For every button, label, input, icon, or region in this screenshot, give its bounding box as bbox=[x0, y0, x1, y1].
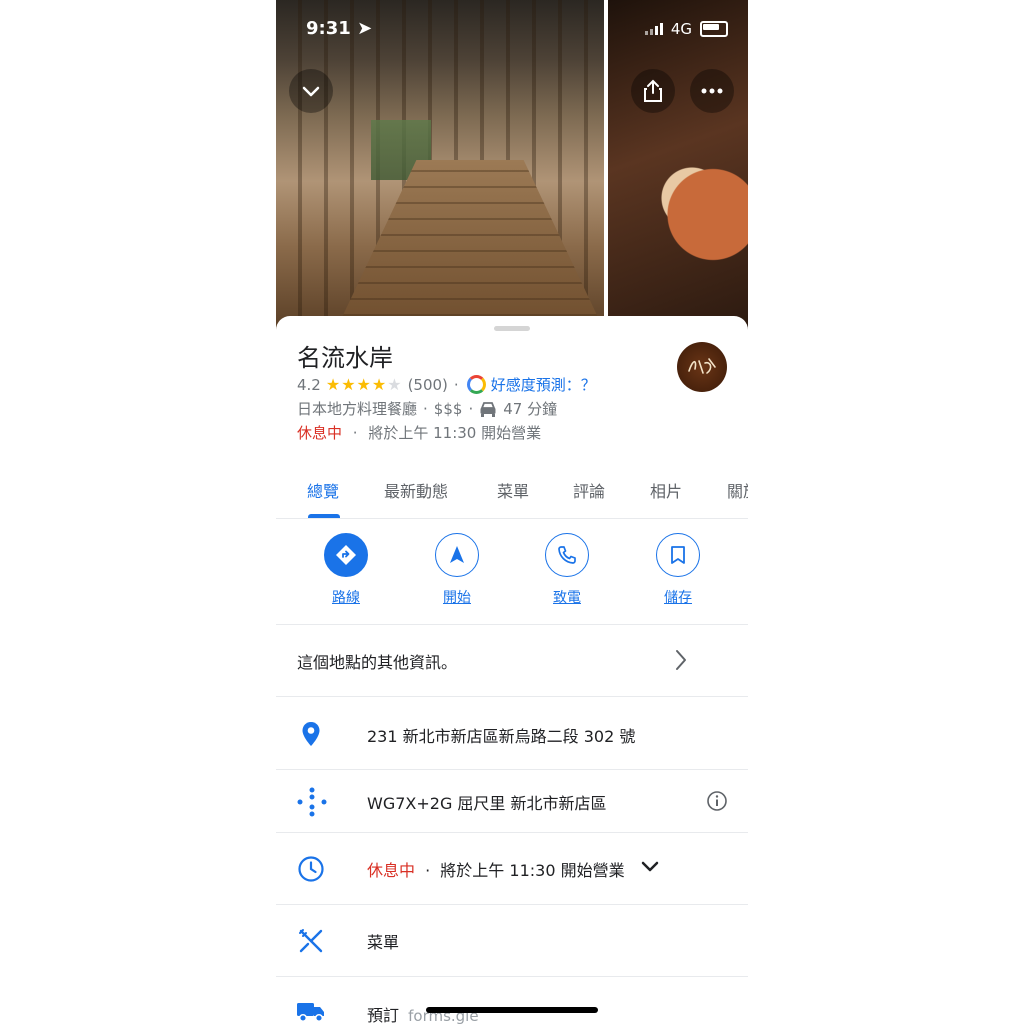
google-ring-icon bbox=[466, 375, 486, 394]
car-icon bbox=[480, 401, 496, 417]
category-label: 日本地方料理餐廳 bbox=[297, 400, 418, 418]
location-arrow-icon: ➤ bbox=[357, 18, 373, 39]
start-label: 開始 bbox=[443, 590, 471, 606]
more-horiz-icon bbox=[701, 88, 723, 94]
chevron-down-icon bbox=[302, 86, 320, 97]
chevron-right-icon bbox=[676, 650, 686, 670]
tab-menu[interactable]: 菜單 bbox=[497, 478, 529, 502]
rating-row[interactable]: 4.2 ★★★★★ (500) · 好感度預測：？ bbox=[297, 374, 596, 395]
restaurant-utensils-icon bbox=[299, 929, 323, 953]
closed-status: 休息中 bbox=[297, 424, 343, 442]
rating-value: 4.2 bbox=[297, 375, 321, 394]
reserve-row[interactable]: 預訂 forms.gle bbox=[276, 977, 748, 1024]
place-sheet: 名流水岸 4.2 ★★★★★ (500) · 好感度預測：？ 日本地方料理餐廳 … bbox=[276, 316, 748, 1024]
directions-icon bbox=[336, 545, 356, 565]
hours-row[interactable]: 休息中 · 將於上午 11:30 開始營業 bbox=[276, 833, 748, 905]
action-buttons: 路線 開始 致電 儲存 bbox=[276, 519, 748, 625]
network-label: 4G bbox=[670, 20, 692, 38]
menu-row[interactable]: 菜單 bbox=[276, 905, 748, 977]
battery-icon bbox=[700, 21, 728, 37]
address-text: 231 新北市新店區新烏路二段 302 號 bbox=[367, 727, 636, 746]
hours-opening-time: 將於上午 11:30 開始營業 bbox=[440, 861, 625, 880]
photo-carousel[interactable]: 9:31 ➤ 4G bbox=[276, 0, 748, 330]
bookmark-icon bbox=[671, 546, 685, 564]
clock-icon bbox=[298, 856, 324, 882]
tab-about[interactable]: 關於 bbox=[727, 478, 748, 502]
address-row[interactable]: 231 新北市新店區新烏路二段 302 號 bbox=[276, 697, 748, 770]
status-time: 9:31 ➤ bbox=[306, 18, 373, 39]
share-button[interactable] bbox=[631, 69, 675, 113]
crab-dish-photo[interactable] bbox=[608, 0, 748, 330]
logo-calligraphy-icon bbox=[688, 358, 716, 374]
start-button[interactable]: 開始 bbox=[422, 533, 492, 607]
review-count: (500) bbox=[407, 375, 448, 394]
tab-updates[interactable]: 最新動態 bbox=[384, 478, 448, 502]
home-indicator[interactable] bbox=[426, 1007, 598, 1013]
more-info-row[interactable]: 這個地點的其他資訊。 bbox=[276, 625, 748, 697]
star-rating-icon: ★★★★★ bbox=[325, 375, 403, 394]
collapse-button[interactable] bbox=[289, 69, 333, 113]
plus-code-icon bbox=[297, 787, 327, 817]
plus-code-row[interactable]: WG7X+2G 屈尺里 新北市新店區 bbox=[276, 770, 748, 833]
call-label: 致電 bbox=[553, 590, 581, 606]
tab-bar: 總覽 最新動態 菜單 評論 相片 關於 bbox=[276, 466, 748, 519]
directions-button[interactable]: 路線 bbox=[311, 533, 381, 607]
hours-text: 休息中 · 將於上午 11:30 開始營業 bbox=[367, 861, 625, 880]
delivery-truck-icon bbox=[297, 1003, 324, 1023]
menu-text: 菜單 bbox=[367, 933, 400, 952]
price-level: $$$ bbox=[433, 399, 463, 418]
restaurant-logo[interactable] bbox=[677, 342, 727, 392]
phone-icon bbox=[558, 546, 576, 564]
save-label: 儲存 bbox=[664, 590, 692, 606]
directions-label: 路線 bbox=[332, 590, 360, 606]
phone-screen: 9:31 ➤ 4G 名流水岸 4.2 ★★★★★ (500) · 好感度預測：？ bbox=[276, 0, 748, 1024]
tab-reviews[interactable]: 評論 bbox=[573, 478, 605, 502]
restaurant-interior-photo[interactable] bbox=[276, 0, 604, 330]
opening-time: 將於上午 11:30 開始營業 bbox=[368, 424, 542, 442]
share-icon bbox=[644, 79, 662, 102]
tab-photos[interactable]: 相片 bbox=[650, 478, 682, 502]
dining-tables bbox=[336, 160, 604, 330]
vibe-prediction-link[interactable]: 好感度預測：？ bbox=[491, 374, 596, 395]
navigation-icon bbox=[450, 546, 464, 563]
drive-time: 47 分鐘 bbox=[503, 400, 558, 418]
info-icon[interactable] bbox=[706, 790, 728, 812]
place-title: 名流水岸 bbox=[297, 344, 393, 372]
category-row: 日本地方料理餐廳 · $$$ · 47 分鐘 bbox=[297, 399, 558, 419]
call-button[interactable]: 致電 bbox=[532, 533, 602, 607]
location-pin-icon bbox=[302, 722, 320, 746]
plus-code-text: WG7X+2G 屈尺里 新北市新店區 bbox=[367, 794, 607, 813]
save-button[interactable]: 儲存 bbox=[643, 533, 713, 607]
hours-closed-status: 休息中 bbox=[367, 861, 416, 880]
signal-icon bbox=[644, 23, 663, 35]
reserve-label: 預訂 bbox=[367, 1006, 400, 1024]
tab-overview[interactable]: 總覽 bbox=[307, 478, 339, 502]
reserve-text: 預訂 forms.gle bbox=[367, 1002, 479, 1024]
drag-handle[interactable] bbox=[494, 326, 530, 331]
active-tab-indicator bbox=[308, 514, 340, 518]
chevron-down-icon[interactable] bbox=[641, 861, 659, 873]
status-indicators: 4G bbox=[644, 20, 728, 38]
more-options-button[interactable] bbox=[690, 69, 734, 113]
hours-summary: 休息中 · 將於上午 11:30 開始營業 bbox=[297, 424, 542, 442]
more-info-label: 這個地點的其他資訊。 bbox=[297, 653, 458, 672]
